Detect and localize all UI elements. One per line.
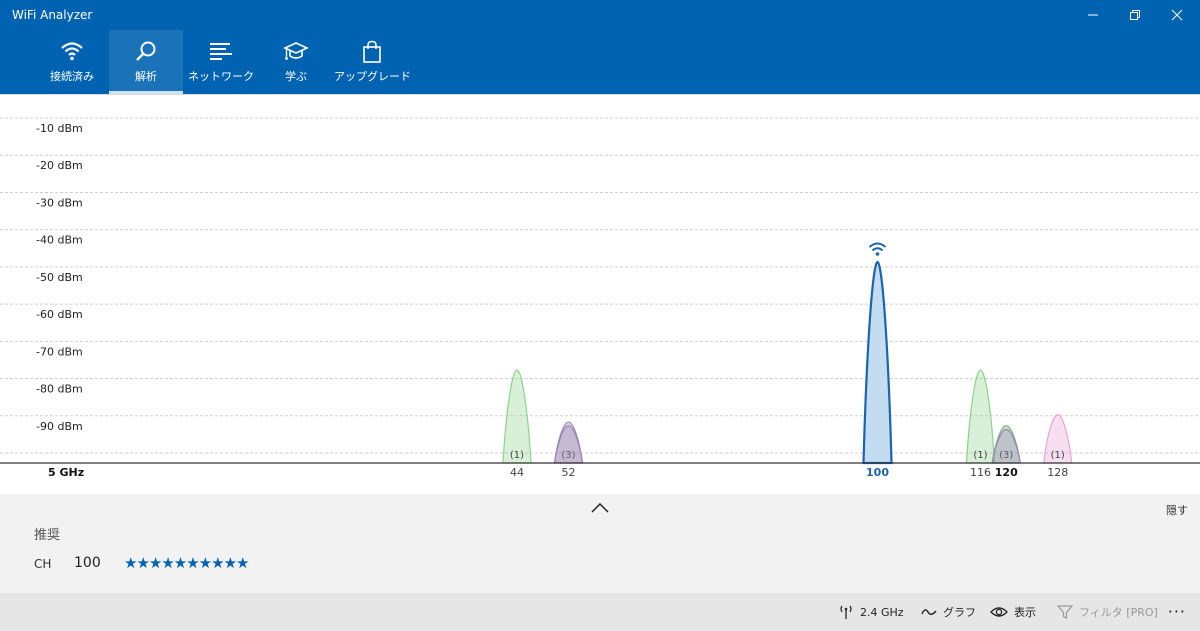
tab-connected[interactable]: 接続済み <box>36 30 108 94</box>
antenna-icon <box>840 605 852 619</box>
tab-label: 接続済み <box>50 70 94 83</box>
channel-peak[interactable] <box>862 260 893 465</box>
x-tick-label: 52 <box>562 466 576 479</box>
y-tick-label: -30 dBm <box>36 196 83 209</box>
y-tick-label: -10 dBm <box>36 122 83 135</box>
close-button[interactable] <box>1154 0 1200 30</box>
y-tick-label: -90 dBm <box>36 420 83 433</box>
recommendation-panel: 隠す 推奨 CH 100 ★★★★★★★★★★ <box>0 494 1200 593</box>
chevron-up-icon[interactable] <box>589 500 611 516</box>
network-count-label: (1) <box>1051 450 1065 461</box>
filter-label: フィルタ [PRO] <box>1079 606 1158 619</box>
restore-icon <box>1130 10 1140 20</box>
window-title: WiFi Analyzer <box>12 8 93 22</box>
channel-label: CH <box>34 557 52 571</box>
eye-icon <box>990 607 1008 617</box>
x-tick-label: 44 <box>510 466 524 479</box>
x-tick-label: 116 <box>970 466 991 479</box>
y-tick-label: -70 dBm <box>36 345 83 358</box>
recommended-channel: 100 <box>74 555 101 571</box>
recommendation-title: 推奨 <box>34 528 61 543</box>
tab-label: アップグレード <box>334 70 411 83</box>
y-tick-label: -40 dBm <box>36 234 83 247</box>
filter-button[interactable]: フィルタ [PRO] <box>1057 593 1158 631</box>
y-tick-label: -20 dBm <box>36 159 83 172</box>
close-icon <box>1171 9 1183 21</box>
tab-analysis[interactable]: 解析 <box>109 30 183 94</box>
restore-button[interactable] <box>1112 0 1158 30</box>
minimize-icon <box>1088 14 1098 16</box>
band-toggle-button[interactable]: 2.4 GHz <box>838 593 904 631</box>
x-tick-label: 100 <box>866 466 889 479</box>
display-label: 表示 <box>1014 606 1036 619</box>
shopping-bag-icon <box>363 40 381 63</box>
filter-icon <box>1057 605 1073 619</box>
tab-learn[interactable]: 学ぶ <box>268 30 324 94</box>
x-tick-label: 128 <box>1047 466 1068 479</box>
command-bar: 2.4 GHz グラフ 表示 フィルタ [PRO] ··· <box>0 593 1200 631</box>
minimize-button[interactable] <box>1070 0 1116 30</box>
connected-wifi-icon <box>868 242 887 256</box>
channel-peak[interactable] <box>553 425 584 464</box>
rating-stars: ★★★★★★★★★★ <box>124 554 249 572</box>
tab-upgrade[interactable]: アップグレード <box>334 30 411 94</box>
nav-bar: 接続済み 解析 ネットワーク 学ぶ アップグレード <box>0 30 1200 94</box>
band-label: 2.4 GHz <box>860 605 904 619</box>
channel-peak[interactable] <box>991 428 1021 464</box>
display-button[interactable]: 表示 <box>990 593 1036 631</box>
signal-chart: -10 dBm -20 dBm -30 dBm -40 dBm -50 dBm -60 d… <box>0 94 1200 479</box>
magnifier-icon <box>136 41 156 61</box>
tab-label: ネットワーク <box>188 70 254 83</box>
wifi-icon <box>61 42 83 61</box>
title-bar: WiFi Analyzer <box>0 0 1200 30</box>
tab-label: 学ぶ <box>285 70 307 83</box>
network-count-label: (1) <box>973 450 987 461</box>
tab-network[interactable]: ネットワーク <box>184 30 258 94</box>
graduation-cap-icon <box>283 42 309 60</box>
graph-button[interactable]: グラフ <box>921 593 976 631</box>
y-tick-label: -60 dBm <box>36 308 83 321</box>
hide-button[interactable]: 隠す <box>1166 502 1188 518</box>
graph-label: グラフ <box>943 606 976 619</box>
list-icon <box>210 43 232 60</box>
more-options-icon[interactable]: ··· <box>1168 602 1186 621</box>
network-count-label: (1) <box>510 450 524 461</box>
y-tick-label: -80 dBm <box>36 383 83 396</box>
x-tick-label: 120 <box>995 466 1018 479</box>
y-tick-label: -50 dBm <box>36 271 83 284</box>
band-label: 5 GHz <box>48 466 84 479</box>
wave-icon <box>921 609 937 615</box>
tab-label: 解析 <box>135 70 157 83</box>
